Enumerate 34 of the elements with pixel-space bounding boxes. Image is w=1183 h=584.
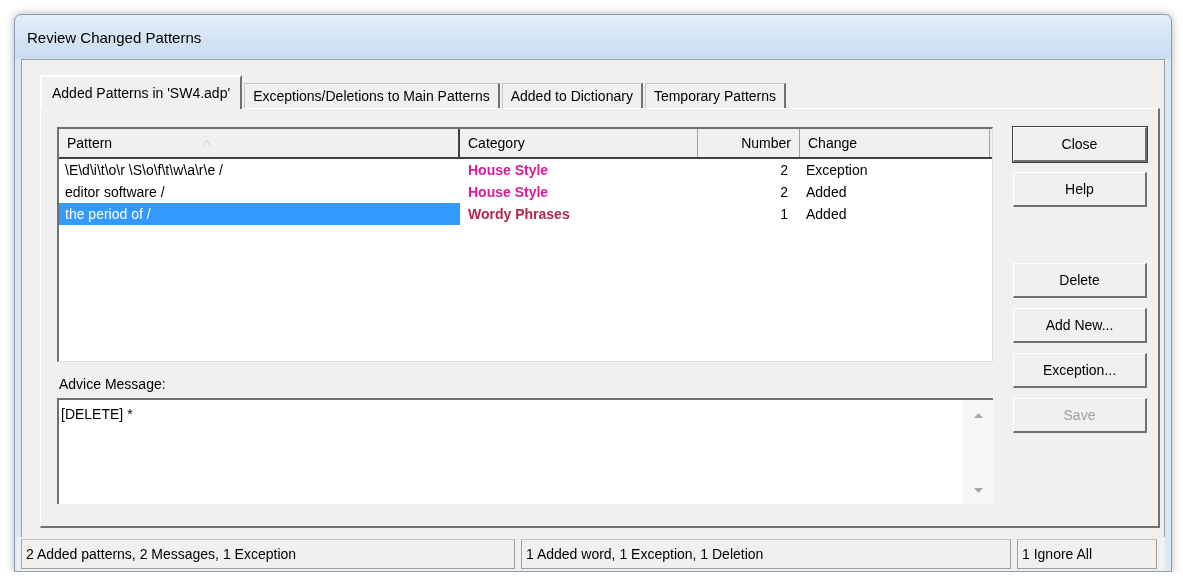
tab[interactable]: Temporary Patterns [644,83,787,108]
scroll-down-icon[interactable] [973,488,983,494]
table-cell-text: House Style [467,161,550,180]
status-text: 2 Added patterns, 2 Messages, 1 Exception [21,539,515,569]
scrollbar[interactable] [963,400,993,504]
table-cell-text: 2 [779,161,789,180]
advice-field[interactable]: [DELETE] * [57,398,993,504]
table-cell[interactable]: \E\d\i\t\o\r \S\o\f\t\w\a\r\e / [59,159,460,181]
table-cell-text: Exception [805,161,869,180]
column-header[interactable]: Category [460,129,698,157]
table-cell[interactable]: editor software / [59,181,460,203]
status-text: 1 Added word, 1 Exception, 1 Deletion [521,539,1011,569]
dialog-button[interactable]: Exception... [1013,353,1147,388]
table-cell-text: Wordy Phrases [467,205,571,224]
scroll-up-icon[interactable] [973,412,983,418]
dialog-button[interactable]: Close [1013,127,1147,162]
column-header[interactable]: Pattern [59,129,460,157]
window-title: Review Changed Patterns [27,28,202,46]
table-cell-text: House Style [467,183,550,202]
sort-ascending-icon [202,139,212,147]
table-cell-text: 2 [779,183,789,202]
column-header[interactable]: Change [800,129,990,157]
tab[interactable]: Added Patterns in 'SW4.adp' [40,75,243,109]
tab[interactable]: Exceptions/Deletions to Main Patterns [244,83,500,108]
table-cell-text: Added [805,183,848,202]
table-cell-text: Added [805,205,848,224]
tab[interactable]: Added to Dictionary [501,83,643,108]
table-cell-text: 1 [779,205,789,224]
advice-label: Advice Message: [59,376,167,392]
status-text: 1 Ignore All [1017,539,1157,569]
dialog-button[interactable]: Help [1013,172,1147,207]
column-header[interactable]: Number [698,129,800,157]
dialog-button[interactable]: Delete [1013,263,1147,298]
dialog-button[interactable]: Add New... [1013,308,1147,343]
